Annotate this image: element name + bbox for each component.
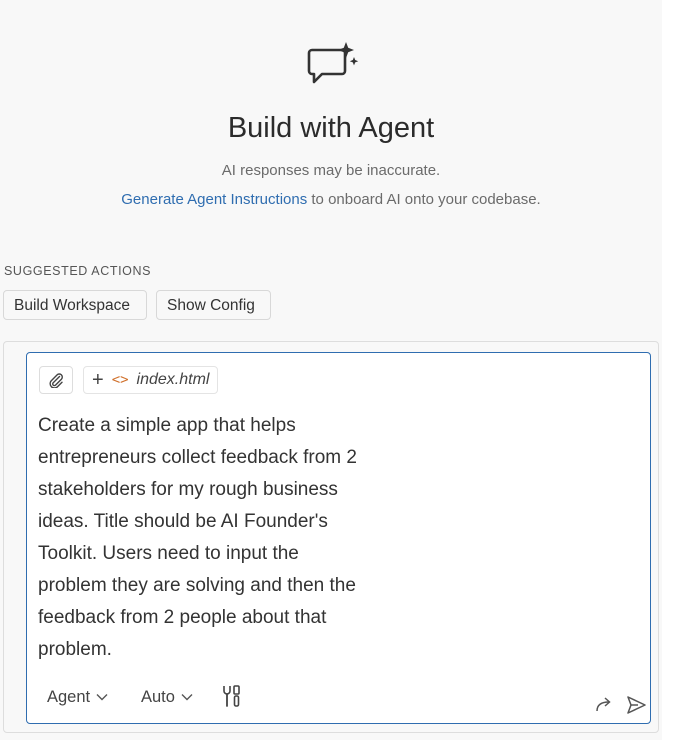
chevron-down-icon <box>96 694 108 701</box>
mode-dropdown[interactable]: Agent <box>47 685 108 709</box>
file-context-chip[interactable]: + <> index.html <box>83 366 219 394</box>
build-workspace-button[interactable]: Build Workspace <box>3 290 147 320</box>
tools-icon[interactable] <box>219 683 245 709</box>
instructions-suffix: to onboard AI onto your codebase. <box>307 191 541 208</box>
chat-input-editor[interactable]: + <> index.html Create a simple app that… <box>26 352 651 724</box>
chat-sparkle-icon <box>307 42 359 84</box>
mode-label: Agent <box>47 688 91 706</box>
add-context-icon[interactable]: + <box>92 370 104 390</box>
show-config-button[interactable]: Show Config <box>156 290 271 320</box>
disclaimer-text: AI responses may be inaccurate. <box>221 162 441 179</box>
file-chip-name: index.html <box>136 371 210 388</box>
prompt-textarea[interactable]: Create a simple app that helps entrepren… <box>38 410 438 666</box>
suggested-actions-label: SUGGESTED ACTIONS <box>4 264 152 278</box>
send-icon[interactable] <box>625 695 647 715</box>
model-label: Auto <box>141 688 175 706</box>
redo-arrow-icon[interactable] <box>593 695 615 715</box>
model-dropdown[interactable]: Auto <box>141 685 193 709</box>
chevron-down-icon <box>181 694 193 701</box>
page-title: Build with Agent <box>227 112 435 144</box>
instructions-line: Generate Agent Instructions to onboard A… <box>0 191 662 208</box>
generate-instructions-link[interactable]: Generate Agent Instructions <box>121 191 307 208</box>
attach-button[interactable] <box>39 366 73 394</box>
html-file-icon: <> <box>111 372 129 388</box>
paperclip-icon <box>49 373 63 388</box>
